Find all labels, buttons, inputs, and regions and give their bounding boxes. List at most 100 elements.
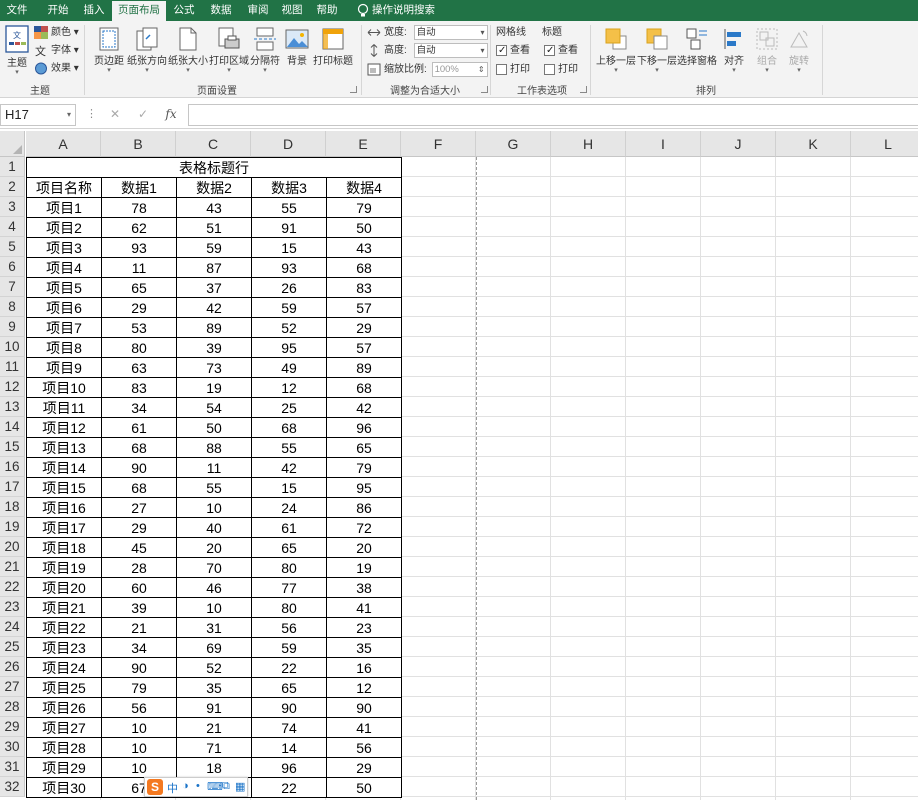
row-header[interactable]: 18 <box>0 497 25 517</box>
table-cell[interactable]: 项目8 <box>26 337 102 358</box>
table-cell[interactable]: 项目17 <box>26 517 102 538</box>
table-cell[interactable]: 项目3 <box>26 237 102 258</box>
table-cell[interactable]: 31 <box>176 617 252 638</box>
table-cell[interactable]: 29 <box>326 757 402 778</box>
name-box[interactable]: H17 ▾ <box>0 104 76 126</box>
worksheet-grid[interactable]: ABCDEFGHIJKL 1 2 3 4 5 6 7 8 9 10 11 12 13 14 15 16 17 18… <box>0 131 918 800</box>
table-cell[interactable]: 59 <box>176 237 252 258</box>
selection-pane-button[interactable]: 选择窗格 <box>677 27 717 67</box>
row-header[interactable]: 13 <box>0 397 25 417</box>
tell-me-search[interactable]: 操作说明搜索 <box>372 0 438 21</box>
tools-icon[interactable]: ⧉ <box>222 780 230 793</box>
themes-button[interactable]: 文 主题 ▾ <box>2 25 32 77</box>
table-cell[interactable]: 21 <box>101 617 177 638</box>
size-button[interactable]: 纸张大小 ▾ <box>168 27 208 75</box>
table-cell[interactable]: 57 <box>326 297 402 318</box>
table-cell[interactable]: 29 <box>326 317 402 338</box>
table-cell[interactable]: 项目20 <box>26 577 102 598</box>
table-cell[interactable]: 68 <box>326 377 402 398</box>
row-header[interactable]: 5 <box>0 237 25 257</box>
row-header[interactable]: 26 <box>0 657 25 677</box>
table-cell[interactable]: 项目6 <box>26 297 102 318</box>
column-header-b[interactable]: B <box>101 131 176 157</box>
table-cell[interactable]: 20 <box>176 537 252 558</box>
table-cell[interactable]: 项目23 <box>26 637 102 658</box>
table-cell[interactable]: 96 <box>251 757 327 778</box>
column-header-h[interactable]: H <box>551 131 626 157</box>
table-cell[interactable]: 39 <box>101 597 177 618</box>
column-header-c[interactable]: C <box>176 131 251 157</box>
table-cell[interactable]: 51 <box>176 217 252 238</box>
table-cell[interactable]: 56 <box>251 617 327 638</box>
table-cell[interactable]: 10 <box>101 737 177 758</box>
margins-button[interactable]: 页边距 ▾ <box>92 27 126 75</box>
formula-input[interactable] <box>188 104 918 126</box>
table-cell[interactable]: 16 <box>326 657 402 678</box>
ime-mode-label[interactable]: 中 <box>167 780 178 796</box>
row-header[interactable]: 25 <box>0 637 25 657</box>
headings-view-checkbox[interactable]: 查看 <box>544 43 578 59</box>
table-cell[interactable]: 21 <box>176 717 252 738</box>
row-header[interactable]: 4 <box>0 217 25 237</box>
table-cell[interactable]: 60 <box>101 577 177 598</box>
table-cell[interactable]: 93 <box>251 257 327 278</box>
punctuation-icon[interactable]: • <box>196 780 200 792</box>
row-header[interactable]: 17 <box>0 477 25 497</box>
table-cell[interactable]: 39 <box>176 337 252 358</box>
select-all-button[interactable] <box>0 131 25 157</box>
row-header[interactable]: 28 <box>0 697 25 717</box>
headings-print-checkbox[interactable]: 打印 <box>544 62 578 78</box>
table-cell[interactable]: 65 <box>251 677 327 698</box>
column-header-a[interactable]: A <box>26 131 101 157</box>
grid-menu-icon[interactable]: ▦ <box>235 780 245 793</box>
print-area-button[interactable]: 打印区域 ▾ <box>209 27 249 75</box>
table-cell[interactable]: 项目2 <box>26 217 102 238</box>
table-cell[interactable]: 25 <box>251 397 327 418</box>
table-cell[interactable]: 35 <box>326 637 402 658</box>
table-cell[interactable]: 90 <box>251 697 327 718</box>
table-cell[interactable]: 55 <box>251 437 327 458</box>
table-cell[interactable]: 90 <box>326 697 402 718</box>
table-cell[interactable]: 55 <box>251 197 327 218</box>
tab-home[interactable]: 开始 <box>40 0 76 21</box>
tab-review[interactable]: 审阅 <box>240 0 276 21</box>
table-cell[interactable]: 69 <box>176 637 252 658</box>
table-cell[interactable]: 50 <box>176 417 252 438</box>
table-cell[interactable]: 50 <box>326 777 402 798</box>
table-cell[interactable]: 29 <box>101 517 177 538</box>
header-cell[interactable]: 数据1 <box>101 177 177 198</box>
table-cell[interactable]: 56 <box>326 737 402 758</box>
print-titles-button[interactable]: 打印标题 <box>312 27 354 67</box>
table-cell[interactable]: 57 <box>326 337 402 358</box>
column-header-i[interactable]: I <box>626 131 701 157</box>
tab-help[interactable]: 帮助 <box>310 0 344 21</box>
ime-toolbar[interactable]: S 中 ◑ • ⌨ ⧉ ▦ <box>144 777 248 797</box>
align-button[interactable]: 对齐 ▾ <box>719 27 749 75</box>
row-header[interactable]: 16 <box>0 457 25 477</box>
table-cell[interactable]: 80 <box>251 597 327 618</box>
table-cell[interactable]: 15 <box>251 237 327 258</box>
row-header[interactable]: 22 <box>0 577 25 597</box>
table-cell[interactable]: 项目25 <box>26 677 102 698</box>
table-cell[interactable]: 59 <box>251 637 327 658</box>
table-cell[interactable]: 22 <box>251 657 327 678</box>
table-cell[interactable]: 项目9 <box>26 357 102 378</box>
table-cell[interactable]: 79 <box>326 197 402 218</box>
row-header[interactable]: 31 <box>0 757 25 777</box>
table-cell[interactable]: 项目15 <box>26 477 102 498</box>
column-header-l[interactable]: L <box>851 131 918 157</box>
table-cell[interactable]: 95 <box>251 337 327 358</box>
table-cell[interactable]: 10 <box>101 757 177 778</box>
scale-spinner[interactable]: 100% ⇕ <box>431 62 488 77</box>
table-cell[interactable]: 91 <box>251 217 327 238</box>
table-cell[interactable]: 10 <box>101 717 177 738</box>
row-header[interactable]: 3 <box>0 197 25 217</box>
table-cell[interactable]: 项目26 <box>26 697 102 718</box>
table-cell[interactable]: 80 <box>101 337 177 358</box>
table-cell[interactable]: 62 <box>101 217 177 238</box>
row-header[interactable]: 1 <box>0 157 25 177</box>
more-options-icon[interactable]: ⋮ <box>86 107 97 120</box>
breaks-button[interactable]: 分隔符 ▾ <box>249 27 281 75</box>
rotate-button[interactable]: 旋转 ▾ <box>784 27 814 75</box>
table-cell[interactable]: 43 <box>176 197 252 218</box>
